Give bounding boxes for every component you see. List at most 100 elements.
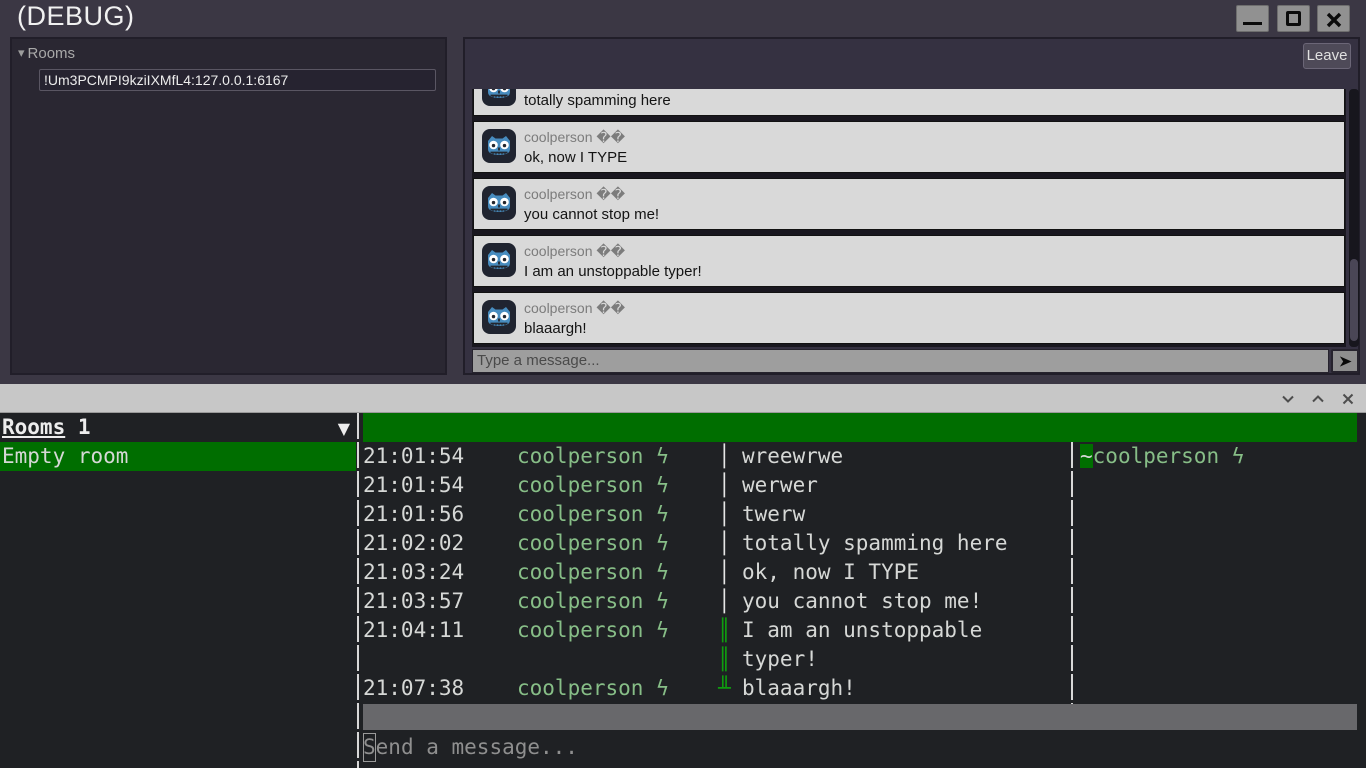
column-separator-glyph: │ xyxy=(718,444,731,468)
message-time xyxy=(363,645,517,674)
terminal-chat-client: Rooms 1 ▼ Empty room 21:01:54 coolperson ϟ… xyxy=(0,413,1366,768)
chevron-down-icon[interactable] xyxy=(1280,391,1296,407)
message-text: werwer xyxy=(742,473,818,497)
message-text: blaaargh! xyxy=(524,320,587,337)
message-text: wreewrwe xyxy=(742,444,844,468)
member-power-prefix: ~ xyxy=(1080,444,1093,468)
message-text: ok, now I TYPE xyxy=(742,560,920,584)
message-author: coolperson �� xyxy=(524,243,626,259)
minimize-button[interactable] xyxy=(1236,5,1269,32)
message-text: blaaargh! xyxy=(742,676,856,700)
tree-collapse-icon[interactable]: ▾ xyxy=(18,46,25,61)
message-sender: coolperson ϟ xyxy=(517,531,669,555)
message-text: I am an unstoppable xyxy=(742,618,983,642)
rooms-count: 1 xyxy=(65,415,91,439)
room-list-item[interactable]: !Um3PCMPI9kziIXMfL4:127.0.0.1:6167 xyxy=(39,69,436,91)
message-time: 21:03:24 xyxy=(363,560,465,584)
terminal-message-input[interactable]: Send a message... xyxy=(363,733,578,762)
chat-scrollbar-thumb[interactable] xyxy=(1350,259,1358,341)
message-sender: coolperson ϟ xyxy=(517,502,669,526)
send-icon xyxy=(1339,355,1352,367)
message-time: 21:01:54 xyxy=(363,444,465,468)
message-time: 21:03:57 xyxy=(363,589,465,613)
message-time: 21:07:38 xyxy=(363,676,465,700)
terminal-input-placeholder: end a message... xyxy=(375,735,578,759)
close-icon xyxy=(1326,12,1342,28)
godot-avatar-icon xyxy=(482,300,516,334)
message-sender: coolperson ϟ xyxy=(517,444,669,468)
message-card: coolperson �� blaaargh! xyxy=(473,292,1345,344)
message-sender xyxy=(517,645,718,674)
message-author: coolperson �� xyxy=(524,300,626,316)
message-text: twerw xyxy=(742,502,806,526)
message-text: I am an unstoppable typer! xyxy=(524,263,702,280)
message-text: totally spamming here xyxy=(524,92,671,109)
terminal-message-row: 21:03:57 coolperson ϟ │ you cannot stop me! xyxy=(363,587,1072,616)
window-title: (DEBUG) xyxy=(17,1,135,31)
chat-message-input[interactable]: Type a message... xyxy=(472,349,1329,373)
rooms-column-separator xyxy=(357,413,359,768)
column-separator-glyph: │ xyxy=(718,589,731,613)
rooms-tree-header[interactable]: ▾ Rooms xyxy=(18,45,75,62)
terminal-message-row: 21:01:56 coolperson ϟ │ twerw xyxy=(363,500,1072,529)
godot-avatar-icon xyxy=(482,89,516,106)
column-separator-glyph: │ xyxy=(718,473,731,497)
message-text: ok, now I TYPE xyxy=(524,149,628,166)
terminal-message-row: 21:01:54 coolperson ϟ │ werwer xyxy=(363,471,1072,500)
message-author: coolperson �� xyxy=(524,129,626,145)
member-list: ~coolperson ϟ xyxy=(1080,442,1357,471)
terminal-rooms-header[interactable]: Rooms 1 ▼ xyxy=(0,413,356,442)
chat-panel: Leave coolperson �� t xyxy=(463,37,1360,375)
godot-avatar-icon xyxy=(482,243,516,277)
message-text: you cannot stop me! xyxy=(742,589,983,613)
terminal-message-row: 21:02:02 coolperson ϟ │ totally spamming he… xyxy=(363,529,1072,558)
message-time: 21:04:11 xyxy=(363,618,465,642)
message-author: coolperson �� xyxy=(524,186,626,202)
close-button[interactable] xyxy=(1317,5,1350,32)
bottom-panel-titlebar xyxy=(0,384,1366,413)
rooms-panel: ▾ Rooms !Um3PCMPI9kziIXMfL4:127.0.0.1:61… xyxy=(10,37,447,375)
terminal-rooms-column: Rooms 1 ▼ Empty room xyxy=(0,413,356,768)
message-time: 21:01:56 xyxy=(363,502,465,526)
message-sender: coolperson ϟ xyxy=(517,618,669,642)
app-window: (DEBUG) ▾ Rooms !Um3PCMPI9kziIXMfL4:127.… xyxy=(0,0,1366,384)
message-sender: coolperson ϟ xyxy=(517,676,669,700)
terminal-message-row: 21:03:24 coolperson ϟ │ ok, now I TYPE xyxy=(363,558,1072,587)
rooms-dropdown-icon[interactable]: ▼ xyxy=(338,414,350,443)
rooms-tree-label: Rooms xyxy=(27,45,76,62)
chevron-up-icon[interactable] xyxy=(1310,391,1326,407)
send-button[interactable] xyxy=(1331,349,1359,373)
room-title-bar xyxy=(363,413,1357,442)
message-text: totally spamming here xyxy=(742,531,1008,555)
column-separator-glyph: │ xyxy=(718,560,731,584)
terminal-room-item-selected[interactable]: Empty room xyxy=(0,442,356,471)
unread-marker-glyph: ║ xyxy=(718,618,731,642)
godot-avatar-icon xyxy=(482,129,516,163)
column-separator-glyph: │ xyxy=(718,531,731,555)
terminal-message-row: 21:04:11 coolperson ϟ ║ I am an unstoppable xyxy=(363,616,1072,645)
unread-marker-end-glyph: ╨ xyxy=(718,676,731,700)
chat-scrollbar[interactable] xyxy=(1349,89,1359,347)
message-sender: coolperson ϟ xyxy=(517,560,669,584)
minimize-icon xyxy=(1243,22,1262,25)
message-sender: coolperson ϟ xyxy=(517,473,669,497)
message-sender: coolperson ϟ xyxy=(517,589,669,613)
terminal-message-row: 21:07:38 coolperson ϟ ╨ blaaargh! xyxy=(363,674,1072,703)
member-name[interactable]: coolperson ϟ xyxy=(1093,444,1245,468)
column-separator-glyph: │ xyxy=(718,502,731,526)
panel-close-icon[interactable] xyxy=(1340,391,1356,407)
godot-avatar-icon xyxy=(482,186,516,220)
terminal-message-row: ║ typer! xyxy=(363,645,1072,674)
message-list[interactable]: coolperson �� totally spamming here xyxy=(472,89,1346,347)
message-card: coolperson �� I am an unstoppable typer! xyxy=(473,235,1345,287)
terminal-cursor: S xyxy=(363,733,376,762)
maximize-icon xyxy=(1286,11,1301,26)
message-text: you cannot stop me! xyxy=(524,206,660,223)
maximize-button[interactable] xyxy=(1277,5,1310,32)
leave-button[interactable]: Leave xyxy=(1303,43,1351,69)
unread-marker-glyph: ║ xyxy=(718,647,731,671)
terminal-message-list: 21:01:54 coolperson ϟ │ wreewrwe 21:01:54 co… xyxy=(363,442,1072,703)
message-card: coolperson �� ok, now I TYPE xyxy=(473,121,1345,173)
message-text: typer! xyxy=(742,647,818,671)
terminal-message-row: 21:01:54 coolperson ϟ │ wreewrwe xyxy=(363,442,1072,471)
